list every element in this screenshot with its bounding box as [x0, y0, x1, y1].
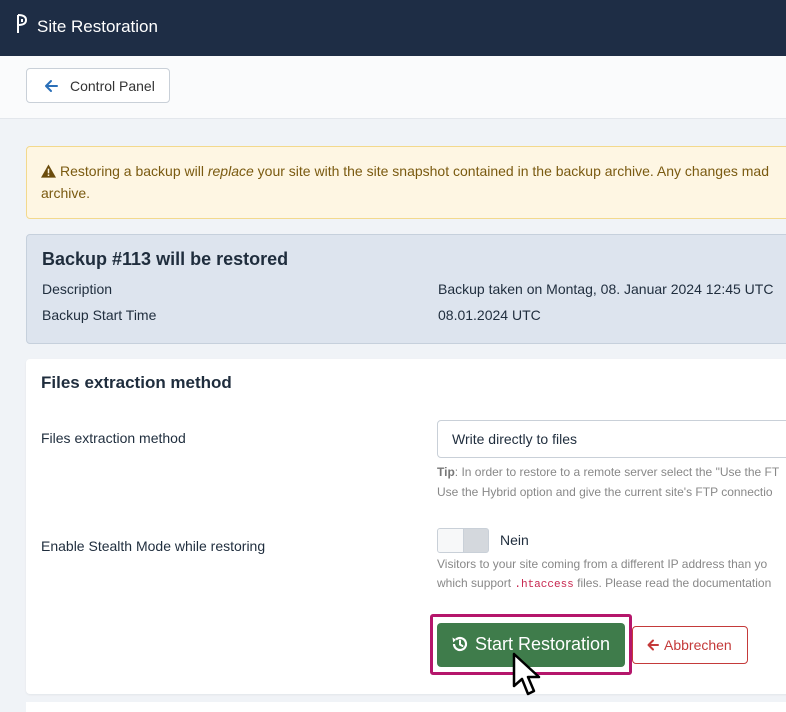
tip-bold: Tip — [437, 465, 455, 479]
backup-info-card: Backup #113 will be restored Description… — [26, 234, 786, 344]
stealth-mode-help: Visitors to your site coming from a diff… — [437, 555, 771, 595]
warning-icon — [41, 164, 56, 178]
control-panel-label: Control Panel — [70, 78, 155, 94]
extraction-method-label: Files extraction method — [41, 430, 186, 446]
next-card-edge — [26, 702, 786, 712]
stealth-help-line2-post: files. Please read the documentation — [573, 576, 772, 590]
top-bar: Site Restoration — [0, 0, 786, 56]
extraction-method-value: Write directly to files — [452, 431, 577, 447]
arrow-left-icon — [647, 639, 659, 651]
extraction-heading: Files extraction method — [41, 373, 232, 392]
description-value: Backup taken on Montag, 08. Januar 2024 … — [438, 281, 774, 297]
cancel-button[interactable]: Abbrechen — [632, 626, 748, 664]
mouse-pointer-icon — [512, 652, 541, 696]
warning-text-emphasis: replace — [207, 163, 254, 179]
warning-text-line2: archive. — [41, 185, 91, 201]
history-icon — [452, 636, 468, 652]
description-label: Description — [42, 281, 113, 297]
extraction-tip: Tip: In order to restore to a remote ser… — [437, 462, 779, 502]
warning-alert: Restoring a backup will replace your sit… — [26, 146, 786, 219]
htaccess-code: .htaccess — [514, 579, 574, 591]
warning-text-post: your site with the site snapshot contain… — [253, 163, 769, 179]
stealth-mode-state: Nein — [500, 532, 529, 548]
start-time-label: Backup Start Time — [42, 307, 157, 323]
stealth-help-line1: Visitors to your site coming from a diff… — [437, 557, 768, 571]
page-title: Site Restoration — [37, 17, 158, 36]
toolbar: Control Panel — [0, 56, 786, 119]
stealth-help-line2-pre: which support — [437, 576, 515, 590]
backup-heading: Backup #113 will be restored — [42, 249, 289, 269]
control-panel-button[interactable]: Control Panel — [26, 68, 170, 103]
stealth-mode-toggle[interactable] — [437, 528, 489, 553]
tip-line2: Use the Hybrid option and give the curre… — [437, 485, 773, 499]
cancel-label: Abbrechen — [664, 637, 732, 653]
warning-text-line1: Restoring a backup will replace your sit… — [41, 160, 786, 182]
arrow-left-icon — [45, 80, 58, 92]
start-time-value: 08.01.2024 UTC — [438, 307, 541, 323]
tip-line1: : In order to restore to a remote server… — [454, 465, 780, 479]
stealth-mode-label: Enable Stealth Mode while restoring — [41, 538, 266, 554]
akeeba-logo-icon — [17, 14, 28, 33]
extraction-method-select[interactable]: Write directly to files — [437, 420, 786, 458]
warning-text-pre: Restoring a backup will — [60, 163, 208, 179]
toggle-knob — [438, 529, 464, 552]
